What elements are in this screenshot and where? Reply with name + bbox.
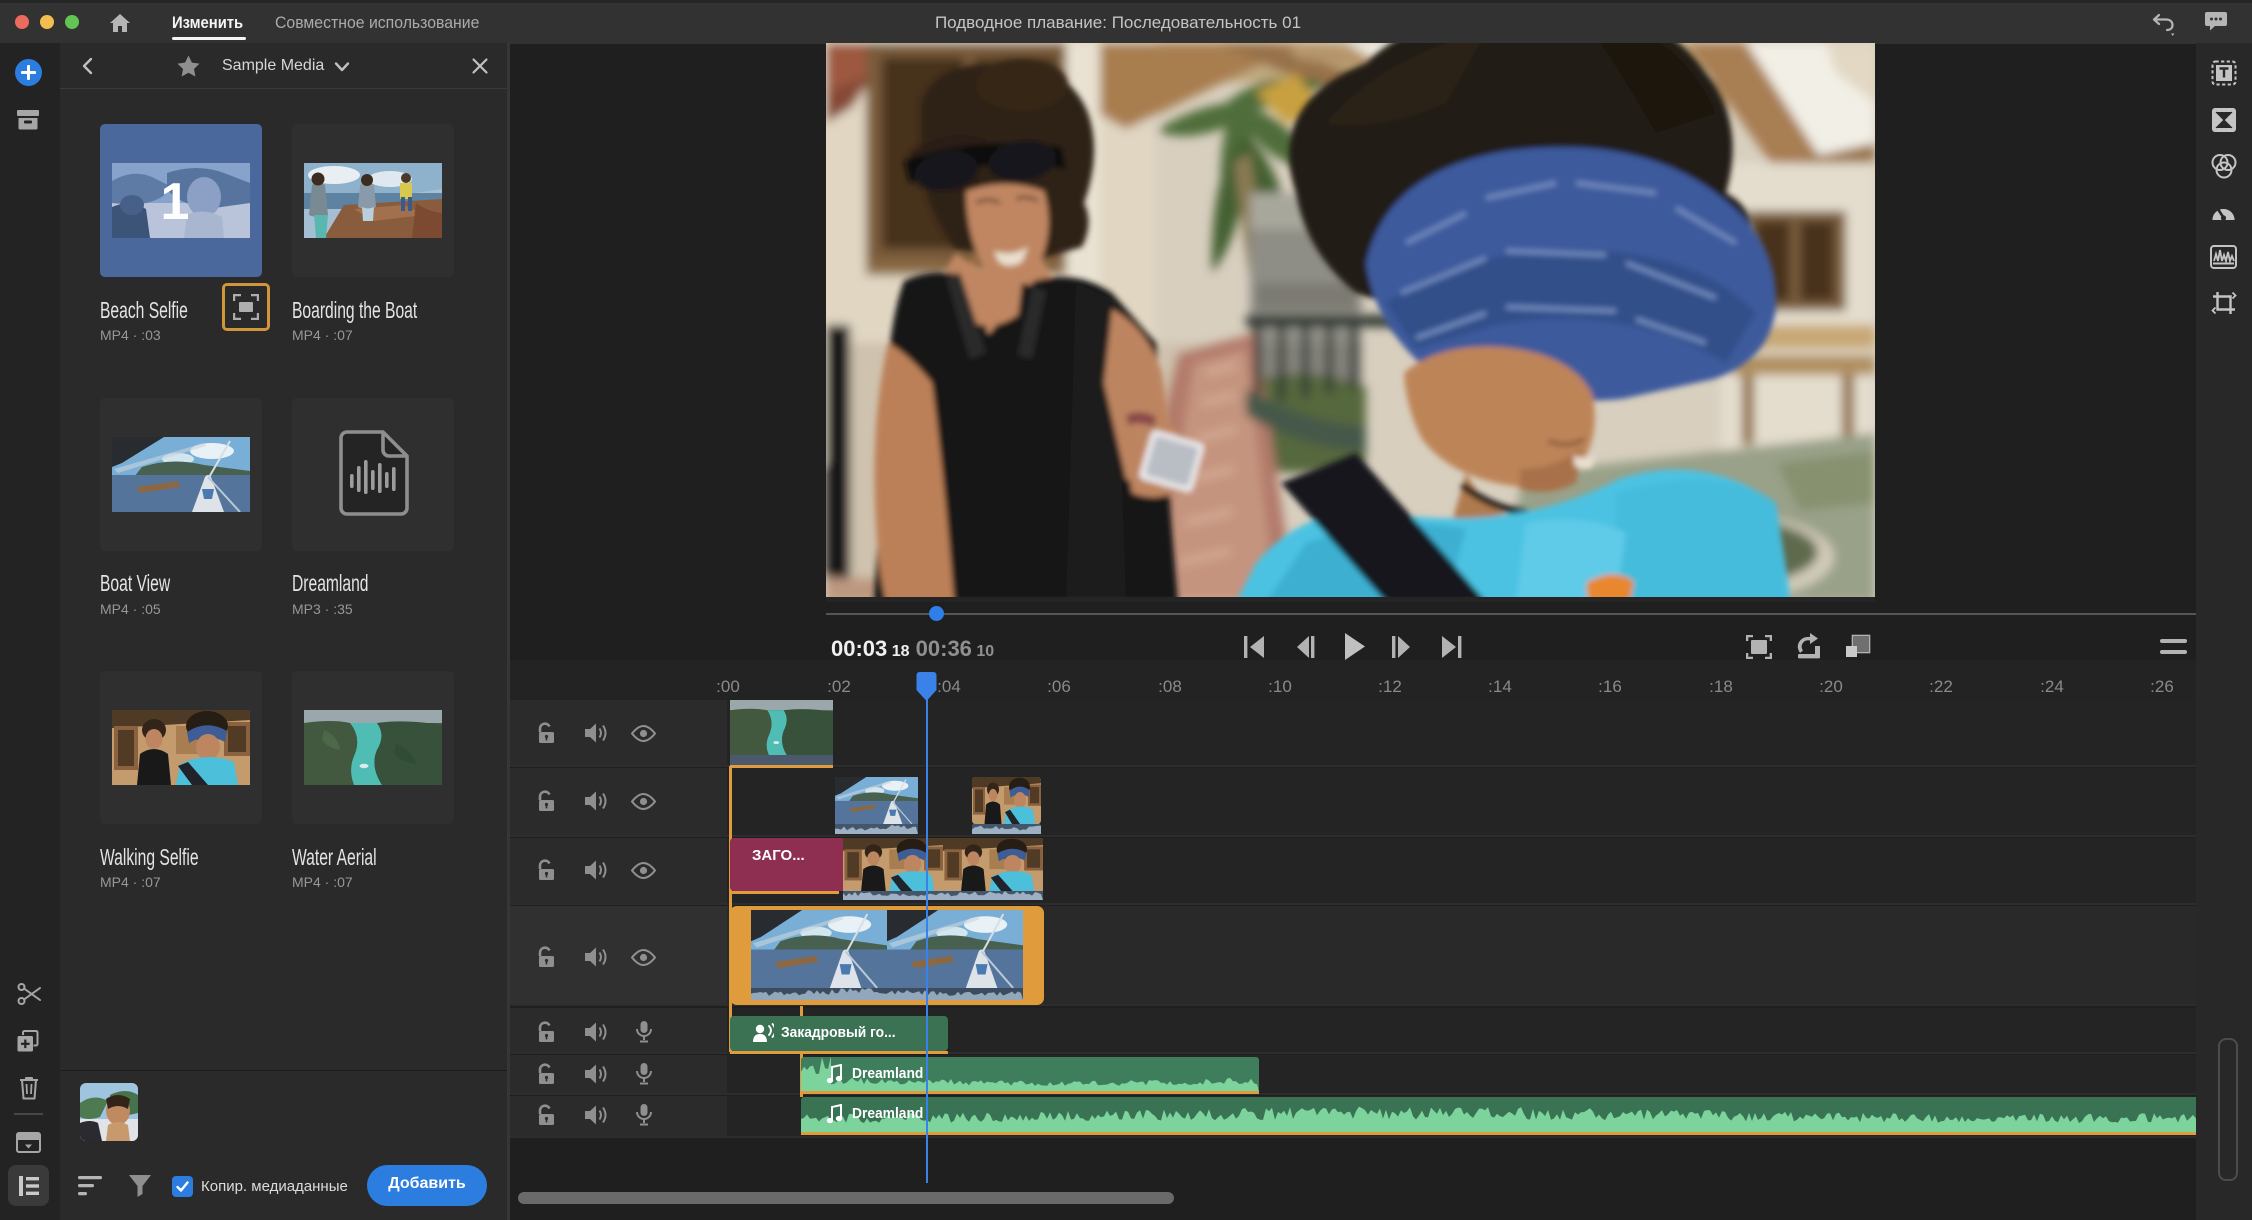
- svg-text:1: 1: [161, 173, 190, 231]
